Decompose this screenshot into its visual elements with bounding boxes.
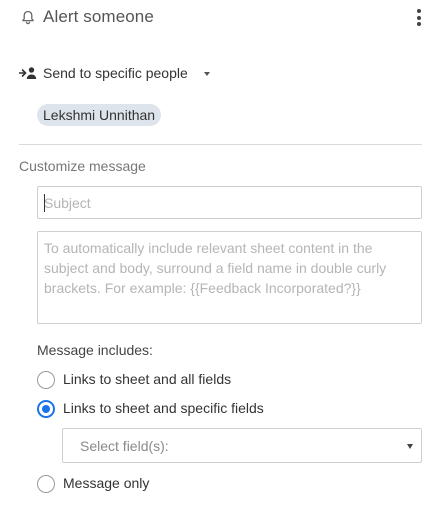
option-label: Message only <box>63 475 150 491</box>
message-body-input[interactable] <box>37 231 422 324</box>
radio-button[interactable] <box>37 371 55 389</box>
recipient-mode-label: Send to specific people <box>43 65 188 81</box>
person-add-icon <box>19 67 37 79</box>
recipient-mode-dropdown[interactable]: Send to specific people <box>19 63 239 85</box>
more-options-icon[interactable] <box>415 9 423 29</box>
panel-header: Alert someone <box>20 6 429 30</box>
panel-title: Alert someone <box>43 7 154 26</box>
divider <box>19 144 422 145</box>
subject-input[interactable] <box>37 186 422 219</box>
field-select-placeholder: Select field(s): <box>80 438 169 454</box>
radio-button-checked[interactable] <box>37 400 55 418</box>
chevron-down-icon <box>407 444 413 449</box>
option-label: Links to sheet and specific fields <box>63 400 264 416</box>
customize-message-label: Customize message <box>19 158 146 174</box>
option-message-only[interactable]: Message only <box>37 474 337 494</box>
chevron-down-icon <box>204 72 210 76</box>
message-includes-label: Message includes: <box>37 342 153 358</box>
option-label: Links to sheet and all fields <box>63 371 232 387</box>
bell-icon <box>22 10 34 25</box>
text-cursor <box>44 194 45 212</box>
recipient-chip[interactable]: Lekshmi Unnithan <box>37 104 162 126</box>
field-select-dropdown[interactable]: Select field(s): <box>62 428 422 463</box>
option-all-fields[interactable]: Links to sheet and all fields <box>37 370 337 390</box>
radio-button[interactable] <box>37 475 55 493</box>
option-specific-fields[interactable]: Links to sheet and specific fields <box>37 399 337 419</box>
